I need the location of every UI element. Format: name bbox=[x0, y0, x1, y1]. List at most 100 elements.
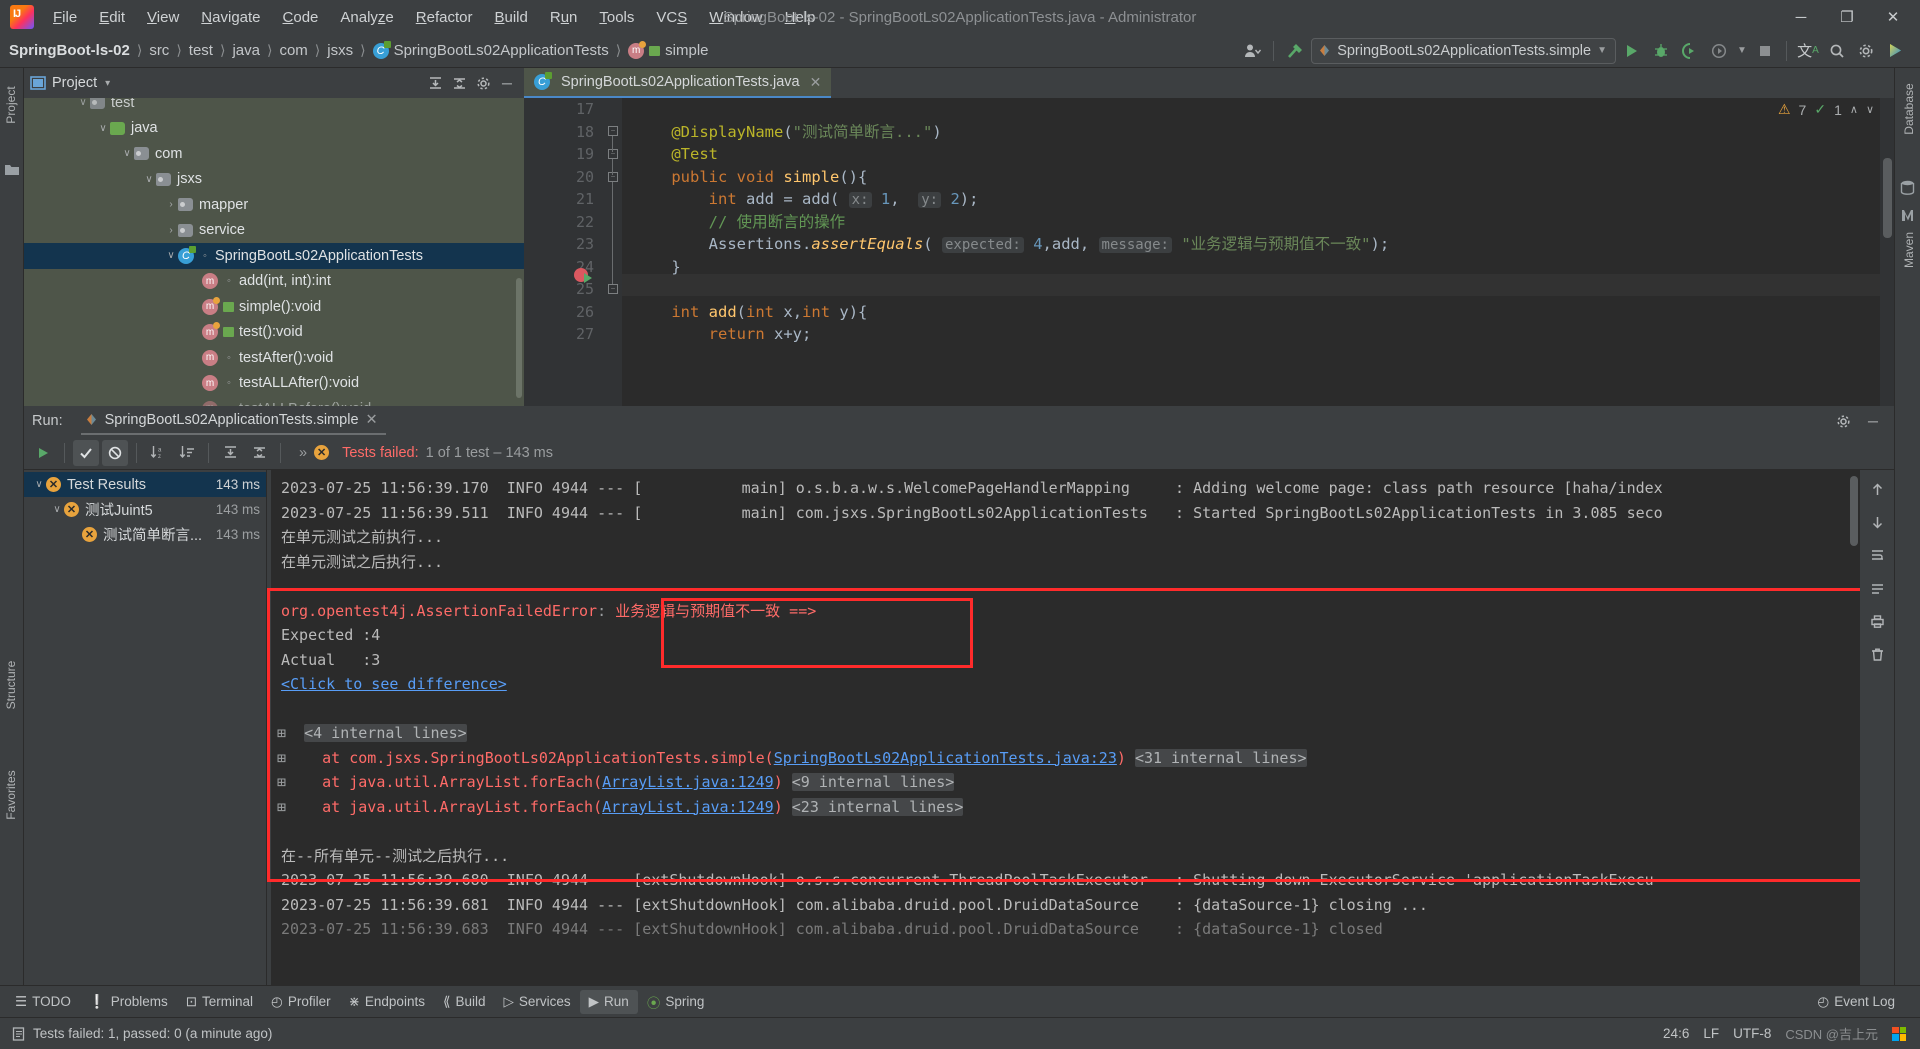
breadcrumb-jsxs[interactable]: jsxs bbox=[324, 40, 356, 61]
tree-item-test-method[interactable]: m test():void bbox=[24, 320, 524, 346]
database-icon[interactable] bbox=[1900, 180, 1916, 196]
run-tab[interactable]: SpringBootLs02ApplicationTests.simple ✕ bbox=[80, 408, 386, 435]
debug-icon[interactable] bbox=[1648, 38, 1674, 64]
tool-window-services[interactable]: ▷ Services bbox=[495, 990, 580, 1014]
console-line-internal-4[interactable]: ⊞ <4 internal lines> bbox=[267, 721, 1894, 746]
stripe-project[interactable]: Project bbox=[4, 75, 18, 135]
project-folder-icon[interactable] bbox=[4, 163, 20, 179]
event-log-button[interactable]: ◴ Event Log bbox=[1808, 990, 1904, 1014]
tool-window-spring[interactable]: ⦿ Spring bbox=[638, 988, 714, 1016]
stripe-maven[interactable]: Maven bbox=[1902, 220, 1916, 280]
collapse-all-icon[interactable] bbox=[246, 440, 272, 466]
menu-navigate[interactable]: Navigate bbox=[190, 3, 271, 32]
test-node-simple-assertion[interactable]: ✕ 测试简单断言... 143 ms bbox=[24, 522, 266, 547]
ai-assistant-icon[interactable] bbox=[1882, 38, 1908, 64]
menu-file[interactable]: File bbox=[42, 3, 88, 32]
menu-build[interactable]: Build bbox=[483, 3, 538, 32]
console-line-stack-foreach-23[interactable]: ⊞ at java.util.ArrayList.forEach(ArrayLi… bbox=[267, 795, 1894, 820]
menu-window[interactable]: Window bbox=[698, 3, 773, 32]
menu-view[interactable]: View bbox=[136, 3, 190, 32]
print-icon[interactable] bbox=[1864, 608, 1890, 634]
collapse-all-icon[interactable] bbox=[448, 72, 470, 94]
chevron-up-icon[interactable]: ∧ bbox=[1850, 103, 1858, 116]
search-everywhere-icon[interactable] bbox=[1824, 38, 1850, 64]
test-node-test-results[interactable]: ∨ ✕ Test Results 143 ms bbox=[24, 472, 266, 497]
tree-item-com[interactable]: ∨ com bbox=[24, 141, 524, 167]
code-folding-rail[interactable]: − − − − bbox=[604, 98, 622, 406]
settings-gear-icon[interactable] bbox=[1830, 408, 1856, 434]
sort-by-duration-icon[interactable] bbox=[174, 440, 200, 466]
settings-gear-icon[interactable] bbox=[1853, 38, 1879, 64]
menu-edit[interactable]: Edit bbox=[88, 3, 136, 32]
menu-help[interactable]: Help bbox=[774, 3, 827, 32]
tree-item-simple[interactable]: m simple():void bbox=[24, 294, 524, 320]
run-with-coverage-icon[interactable] bbox=[1677, 38, 1703, 64]
rerun-icon[interactable] bbox=[30, 440, 56, 466]
project-tree-scrollbar[interactable] bbox=[516, 278, 522, 398]
console-line-stack-foreach-9[interactable]: ⊞ at java.util.ArrayList.forEach(ArrayLi… bbox=[267, 770, 1894, 795]
hammer-build-icon[interactable] bbox=[1282, 38, 1308, 64]
file-encoding[interactable]: UTF-8 bbox=[1733, 1026, 1771, 1041]
clear-all-icon[interactable] bbox=[1864, 641, 1890, 667]
breadcrumb-src[interactable]: src bbox=[146, 40, 172, 61]
tool-window-problems[interactable]: ❕ Problems bbox=[80, 990, 177, 1014]
tool-window-endpoints[interactable]: ⋇ Endpoints bbox=[340, 990, 434, 1014]
code-text[interactable]: @DisplayName("测试简单断言...") @Test public v… bbox=[622, 98, 1894, 406]
breadcrumb-test[interactable]: test bbox=[186, 40, 216, 61]
soft-wrap-icon[interactable] bbox=[1864, 542, 1890, 568]
console-line-stack-simple[interactable]: ⊞ at com.jsxs.SpringBootLs02ApplicationT… bbox=[267, 746, 1894, 771]
hide-ignored-toggle-icon[interactable] bbox=[102, 439, 128, 466]
tree-item-testafter[interactable]: m ◦ testAfter():void bbox=[24, 345, 524, 371]
editor-scrollbar[interactable] bbox=[1883, 158, 1892, 238]
tree-item-jsxs[interactable]: ∨ jsxs bbox=[24, 167, 524, 193]
expand-all-icon[interactable] bbox=[424, 72, 446, 94]
tree-item-springbootls02applicationtests[interactable]: ∨ C ◦ SpringBootLs02ApplicationTests bbox=[24, 243, 524, 269]
stripe-favorites[interactable]: Favorites bbox=[4, 765, 18, 825]
tool-window-run[interactable]: ▶ Run bbox=[579, 989, 638, 1014]
minimize-button[interactable]: ─ bbox=[1778, 0, 1824, 34]
editor-tab-springbootls02applicationtests[interactable]: C SpringBootLs02ApplicationTests.java ✕ bbox=[524, 68, 832, 98]
inspection-widget[interactable]: ⚠ 7 ✓ 1 ∧ ∨ bbox=[1778, 101, 1874, 118]
tree-item-test[interactable]: ∨ test bbox=[24, 98, 524, 116]
run-icon[interactable] bbox=[1619, 38, 1645, 64]
close-icon[interactable]: ✕ bbox=[366, 412, 378, 428]
sort-alphabetically-icon[interactable]: az bbox=[145, 440, 171, 466]
tool-window-profiler[interactable]: ◴ Profiler bbox=[262, 990, 340, 1014]
tree-item-java[interactable]: ∨ java bbox=[24, 116, 524, 142]
fold-marker-icon[interactable]: − bbox=[608, 284, 618, 294]
stripe-structure[interactable]: Structure bbox=[4, 655, 18, 715]
line-separator[interactable]: LF bbox=[1703, 1026, 1719, 1041]
editor-gutter[interactable]: 17 18 19 20 21 22 23 24 25 26 27 bbox=[524, 98, 604, 406]
scroll-up-icon[interactable] bbox=[1864, 476, 1890, 502]
breadcrumb-method[interactable]: m simple bbox=[625, 40, 711, 61]
chevron-down-icon[interactable]: ∨ bbox=[1866, 103, 1874, 116]
fold-marker-icon[interactable]: − bbox=[608, 126, 618, 136]
console-output[interactable]: 2023-07-25 11:56:39.170 INFO 4944 --- [ … bbox=[266, 470, 1894, 985]
project-tree[interactable]: ∨ test ∨ java ∨ com ∨ jsxs › mapper › se… bbox=[24, 98, 524, 406]
hide-panel-icon[interactable]: ─ bbox=[1860, 408, 1886, 434]
menu-refactor[interactable]: Refactor bbox=[405, 3, 484, 32]
use-soft-wraps-icon[interactable] bbox=[1864, 575, 1890, 601]
show-passed-toggle-icon[interactable] bbox=[73, 439, 99, 466]
menu-vcs[interactable]: VCS bbox=[645, 3, 698, 32]
breadcrumb-class[interactable]: C SpringBootLs02ApplicationTests bbox=[370, 40, 612, 61]
close-icon[interactable]: ✕ bbox=[810, 74, 822, 91]
console-line-diff-link[interactable]: <Click to see difference> bbox=[267, 672, 1894, 697]
settings-gear-icon[interactable] bbox=[472, 72, 494, 94]
stop-icon[interactable] bbox=[1752, 38, 1778, 64]
fold-marker-icon[interactable]: − bbox=[608, 149, 618, 159]
menu-code[interactable]: Code bbox=[272, 3, 330, 32]
tree-item-mapper[interactable]: › mapper bbox=[24, 192, 524, 218]
code-editor[interactable]: 17 18 19 20 21 22 23 24 25 26 27 − − − − bbox=[524, 98, 1894, 406]
menu-analyze[interactable]: Analyze bbox=[329, 3, 404, 32]
tree-item-testallafter[interactable]: m ◦ testALLAfter():void bbox=[24, 371, 524, 397]
profiler-icon[interactable] bbox=[1706, 38, 1732, 64]
tree-item-testallbefore[interactable]: m ◦ testALLBefore():void bbox=[24, 396, 524, 406]
tree-item-service[interactable]: › service bbox=[24, 218, 524, 244]
user-icon[interactable] bbox=[1239, 38, 1265, 64]
close-button[interactable]: ✕ bbox=[1870, 0, 1916, 34]
tool-window-terminal[interactable]: ⊡ Terminal bbox=[177, 990, 262, 1014]
breadcrumb-com[interactable]: com bbox=[276, 40, 310, 61]
menu-tools[interactable]: Tools bbox=[588, 3, 645, 32]
tool-window-build[interactable]: ⟪ Build bbox=[434, 990, 495, 1014]
